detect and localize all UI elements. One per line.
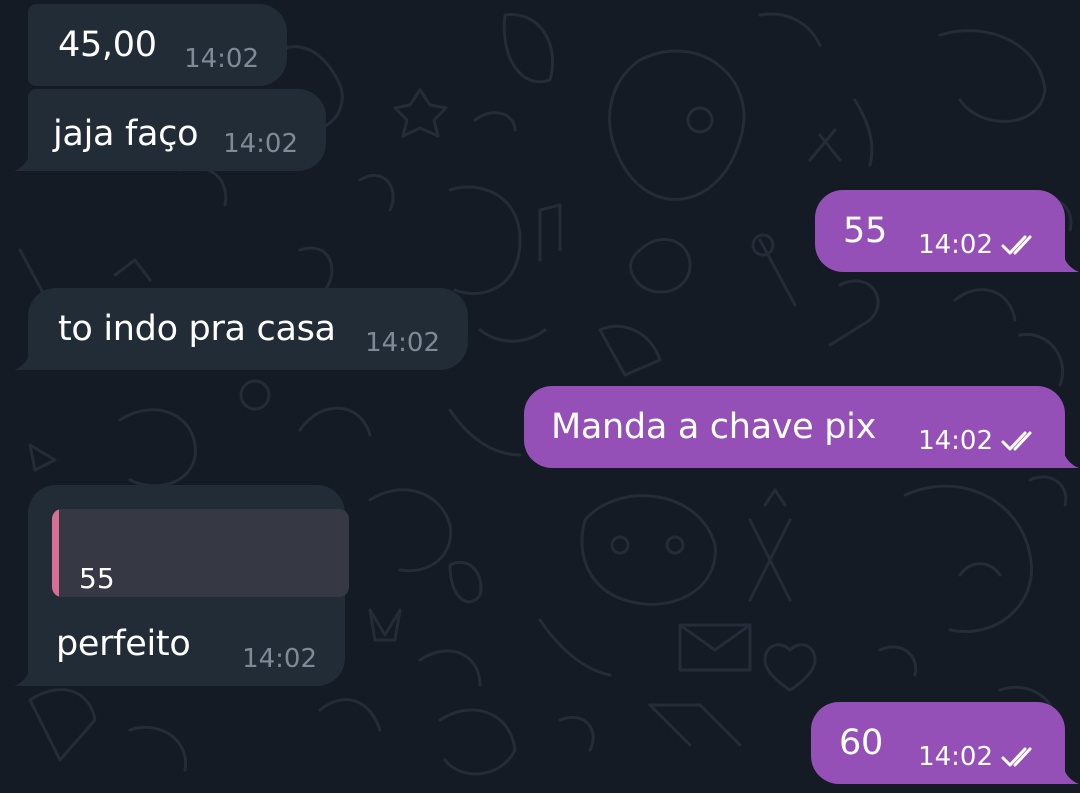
message-time: 14:02 [918, 742, 993, 772]
message-text: perfeito [56, 624, 191, 664]
incoming-message-bubble[interactable]: 45,00 14:02 [28, 4, 287, 86]
message-time: 14:02 [223, 129, 298, 159]
bubble-tail [1053, 250, 1079, 272]
bubble-tail [1053, 446, 1079, 468]
incoming-message-bubble[interactable]: jaja faço 14:02 [14, 89, 326, 171]
outgoing-message-bubble[interactable]: 60 14:02 [811, 702, 1079, 784]
reply-preview[interactable]: 55 [52, 509, 349, 597]
outgoing-message-bubble[interactable]: 55 14:02 [815, 190, 1079, 272]
reply-accent-bar [52, 509, 59, 597]
chat-screen: { "chat": { "messages": [ {"direction": … [0, 0, 1080, 793]
message-meta: 14:02 [918, 428, 1041, 454]
message-meta: 14:02 [242, 646, 317, 672]
bubble-tail [14, 149, 40, 171]
message-meta: 14:02 [184, 46, 259, 72]
message-meta: 14:02 [918, 744, 1041, 770]
message-text: 45,00 [58, 25, 157, 65]
message-meta: 14:02 [223, 131, 298, 157]
double-check-icon [1001, 235, 1032, 255]
reply-quoted-text: 55 [79, 562, 115, 595]
message-text: jaja faço [53, 114, 199, 154]
outgoing-message-bubble[interactable]: Manda a chave pix 14:02 [524, 386, 1079, 468]
message-text: 60 [839, 723, 883, 763]
incoming-message-bubble[interactable]: to indo pra casa 14:02 [14, 288, 468, 370]
message-meta: 14:02 [365, 330, 440, 356]
double-check-icon [1001, 431, 1032, 451]
message-text: Manda a chave pix [551, 407, 876, 447]
message-time: 14:02 [242, 644, 317, 674]
message-time: 14:02 [365, 328, 440, 358]
message-meta: 14:02 [918, 232, 1041, 258]
message-time: 14:02 [184, 44, 259, 74]
double-check-icon [1001, 747, 1032, 767]
bubble-tail [1053, 762, 1079, 784]
incoming-message-bubble[interactable]: 55 perfeito 14:02 [14, 485, 349, 686]
message-time: 14:02 [918, 426, 993, 456]
message-text: to indo pra casa [58, 309, 336, 349]
bubble-tail [14, 348, 40, 370]
bubble-tail [14, 664, 40, 686]
message-time: 14:02 [918, 230, 993, 260]
message-list: 45,00 14:02 jaja faço 14:02 55 14:02 to … [0, 0, 1080, 793]
message-text: 55 [843, 211, 887, 251]
